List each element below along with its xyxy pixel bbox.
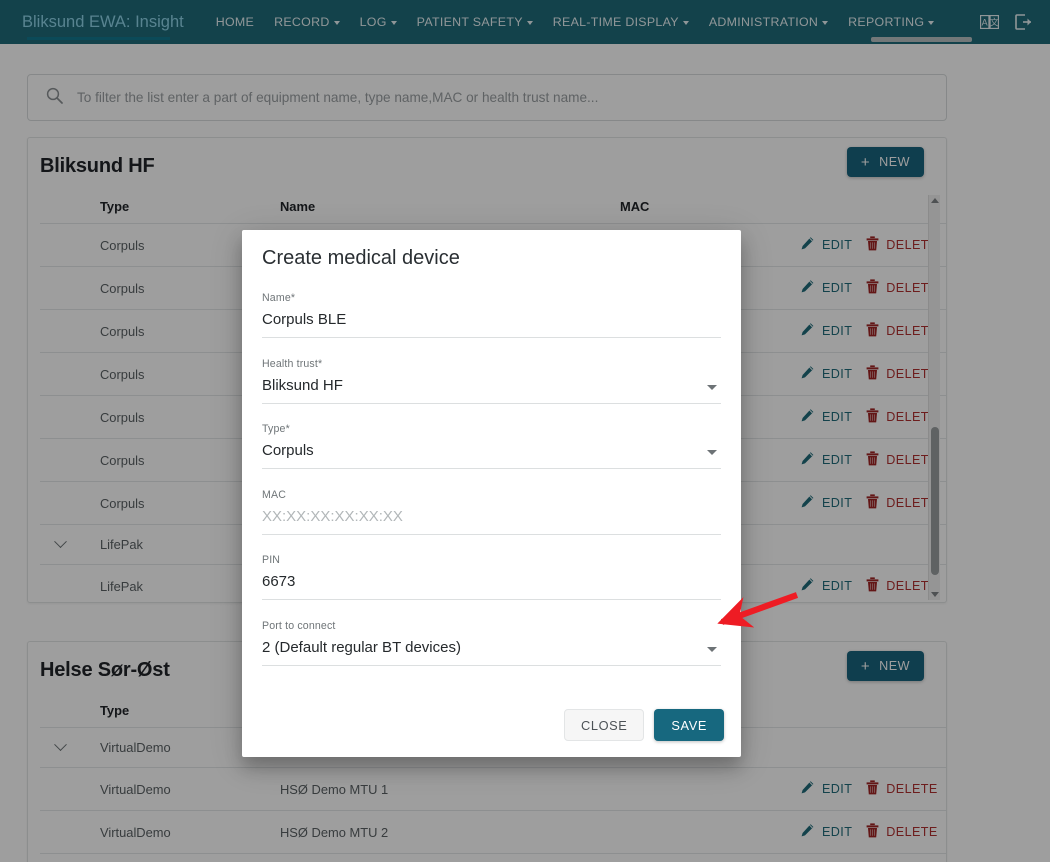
dialog-title: Create medical device: [262, 247, 460, 269]
field-select[interactable]: Corpuls: [262, 442, 721, 469]
screen: Bliksund EWA: Insight HOME RECORD LOG PA…: [0, 0, 1050, 862]
dialog-actions: CLOSE SAVE: [564, 709, 724, 741]
chevron-down-icon[interactable]: [707, 450, 717, 455]
field-input[interactable]: Corpuls BLE: [262, 311, 721, 338]
form-field: Name* Corpuls BLE: [262, 292, 721, 338]
field-select[interactable]: Bliksund HF: [262, 377, 721, 404]
field-label: Port to connect: [262, 619, 336, 632]
create-medical-device-dialog: Create medical device Name* Corpuls BLE He…: [242, 230, 741, 757]
form-field: Type* Corpuls: [262, 423, 721, 469]
field-label: PIN: [262, 554, 281, 566]
close-button[interactable]: CLOSE: [564, 709, 645, 741]
field-label: Health trust*: [262, 357, 323, 370]
form-field: Health trust* Bliksund HF: [262, 358, 721, 404]
field-label: Type*: [262, 423, 290, 435]
form-field: Port to connect 2 (Default regular BT dev…: [262, 620, 721, 666]
form-field: PIN 6673: [262, 554, 721, 600]
field-select[interactable]: 2 (Default regular BT devices): [262, 639, 721, 666]
field-input[interactable]: XX:XX:XX:XX:XX:XX: [262, 508, 721, 535]
form-field: MAC XX:XX:XX:XX:XX:XX: [262, 489, 721, 535]
field-input[interactable]: 6673: [262, 573, 721, 600]
save-button[interactable]: SAVE: [654, 709, 724, 741]
field-label: Name*: [262, 292, 296, 304]
chevron-down-icon[interactable]: [707, 384, 717, 390]
chevron-down-icon[interactable]: [707, 646, 717, 652]
device-form: Name* Corpuls BLE Health trust* Bliksund HF…: [262, 292, 721, 685]
field-label: MAC: [262, 488, 286, 501]
